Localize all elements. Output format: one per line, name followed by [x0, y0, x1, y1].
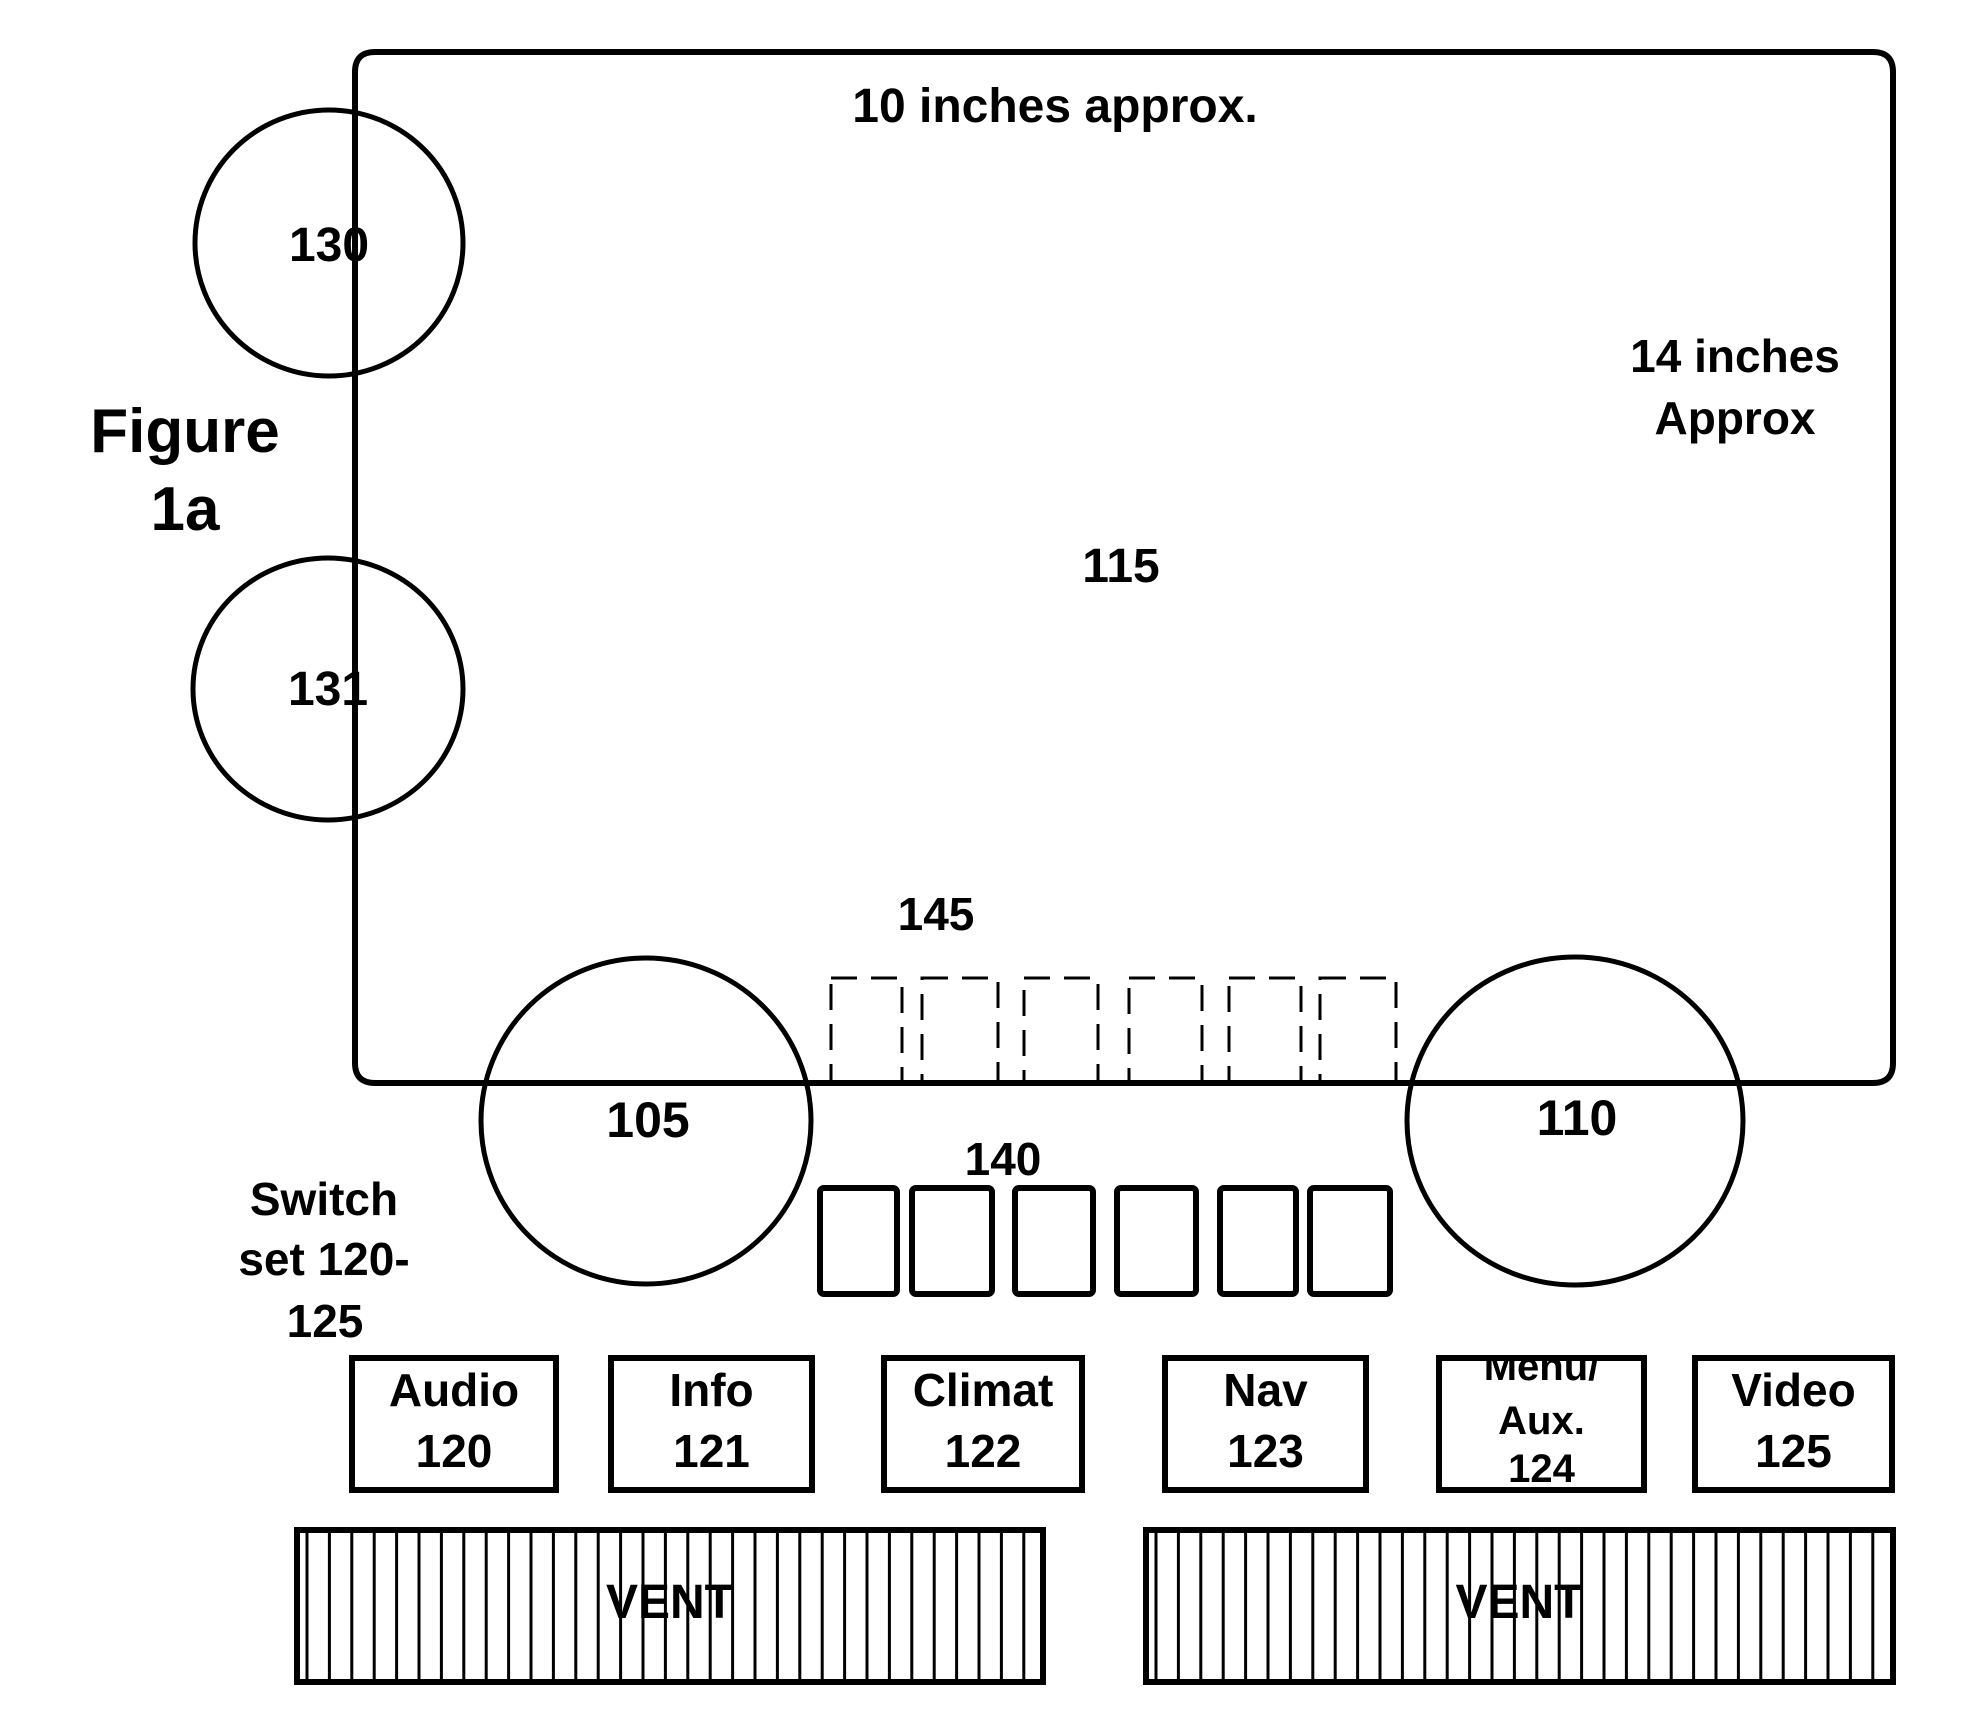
- hard-button-4[interactable]: [1114, 1185, 1199, 1297]
- screen-height-label-line1: 14 inches: [1630, 330, 1840, 382]
- switch-menu-aux-label-line2: Aux.: [1498, 1399, 1585, 1443]
- switch-info[interactable]: Info 121: [608, 1355, 815, 1493]
- switch-info-label-line2: 121: [673, 1425, 750, 1477]
- switch-nav-label-line1: Nav: [1223, 1364, 1308, 1416]
- switch-set: Audio120Info121Climat122Nav123Menu/Aux.1…: [349, 1345, 1895, 1493]
- soft-button-3[interactable]: [1022, 976, 1100, 1085]
- switch-video[interactable]: Video 125: [1692, 1355, 1895, 1493]
- vent-1: VENT: [294, 1527, 1046, 1685]
- screen-id-label: 115: [1082, 540, 1159, 593]
- screen-width-label: 10 inches approx.: [852, 80, 1258, 133]
- soft-button-6[interactable]: [1318, 976, 1398, 1085]
- switch-climate-label-line1: Climat: [913, 1364, 1054, 1416]
- switch-audio[interactable]: Audio 120: [349, 1355, 559, 1493]
- knob-110[interactable]: 110: [1404, 954, 1746, 1288]
- hard-button-3[interactable]: [1012, 1185, 1096, 1297]
- switch-menu-aux[interactable]: Menu/Aux.124: [1436, 1345, 1647, 1493]
- soft-button-2[interactable]: [920, 976, 1000, 1085]
- switch-video-label-line2: 125: [1755, 1425, 1832, 1477]
- knob-131[interactable]: 131: [190, 555, 466, 823]
- soft-button-1[interactable]: [829, 976, 904, 1085]
- figure-title-line1: Figure: [90, 397, 279, 466]
- knob-130[interactable]: 130: [192, 107, 466, 379]
- hard-button-group: [817, 1185, 1393, 1297]
- knob-110-label: 110: [1537, 1090, 1618, 1146]
- switch-nav-label-line2: 123: [1227, 1425, 1304, 1477]
- hard-button-2[interactable]: [909, 1185, 995, 1297]
- switch-nav[interactable]: Nav 123: [1162, 1355, 1369, 1493]
- switch-menu-aux-label-line1: Menu/: [1484, 1345, 1600, 1389]
- soft-button-5[interactable]: [1227, 976, 1303, 1085]
- switch-set-caption-line2: set 120-: [238, 1233, 409, 1285]
- vent-group: VENT VENT: [294, 1527, 1896, 1685]
- soft-buttons-label: 145: [898, 888, 975, 940]
- vent-2-label: VENT: [1455, 1576, 1583, 1629]
- figure-title-line2: 1a: [151, 475, 220, 544]
- console-diagram: Figure 1a 10 inches approx. 14 inches Ap…: [90, 49, 1896, 1685]
- switch-video-label-line1: Video: [1731, 1364, 1855, 1416]
- switch-set-caption-line1: Switch: [250, 1173, 398, 1225]
- knob-105-label: 105: [606, 1092, 689, 1148]
- hard-button-1[interactable]: [817, 1185, 900, 1297]
- soft-button-group: [829, 976, 1398, 1085]
- switch-menu-aux-label-line3: 124: [1508, 1447, 1575, 1491]
- hard-button-5[interactable]: [1217, 1185, 1299, 1297]
- switch-audio-label-line1: Audio: [389, 1364, 519, 1416]
- switch-info-label-line1: Info: [669, 1364, 753, 1416]
- knob-105[interactable]: 105: [478, 955, 814, 1287]
- hard-button-6[interactable]: [1307, 1185, 1393, 1297]
- soft-button-4[interactable]: [1127, 976, 1204, 1085]
- switch-audio-label-line2: 120: [416, 1425, 493, 1477]
- screen-height-label-line2: Approx: [1655, 392, 1816, 444]
- vent-1-label: VENT: [606, 1576, 734, 1629]
- vent-2: VENT: [1143, 1527, 1896, 1685]
- hard-buttons-label: 140: [965, 1133, 1042, 1185]
- switch-climate-label-line2: 122: [945, 1425, 1022, 1477]
- switch-climate[interactable]: Climat 122: [881, 1355, 1085, 1493]
- switch-set-caption-line3: 125: [287, 1295, 364, 1347]
- knob-131-label: 131: [288, 663, 368, 716]
- knob-130-label: 130: [289, 219, 369, 272]
